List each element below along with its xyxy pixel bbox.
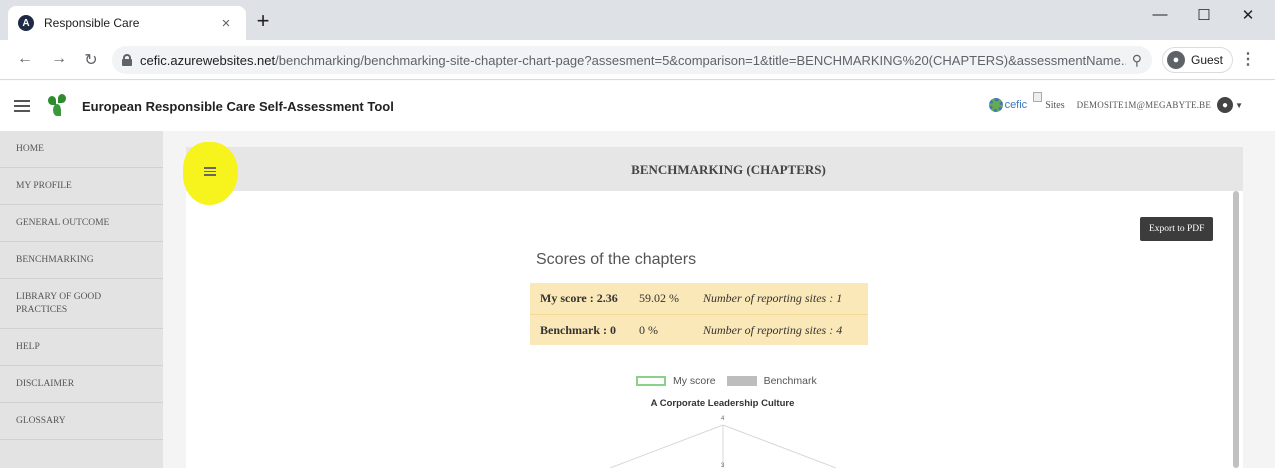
- url-host: cefic.azurewebsites.net: [140, 52, 276, 68]
- browser-tab[interactable]: A Responsible Care ×: [8, 6, 246, 40]
- radar-tick-label: 4: [721, 416, 725, 422]
- sidebar-item-label: HOME: [16, 143, 44, 154]
- responsible-care-logo-icon: [46, 93, 68, 119]
- sidebar-item-label: GENERAL OUTCOME: [16, 217, 110, 228]
- close-window-icon[interactable]: ✕: [1228, 6, 1268, 24]
- sidebar-item-glossary[interactable]: GLOSSARY: [0, 403, 163, 440]
- sidebar-item-label: LIBRARY OF GOOD PRACTICES: [16, 291, 102, 315]
- forward-icon[interactable]: →: [48, 50, 70, 68]
- guest-avatar-icon: ●: [1167, 51, 1185, 69]
- hamburger-menu-icon[interactable]: [14, 100, 30, 112]
- user-email[interactable]: DEMOSITE1M@MEGABYTE.BE: [1077, 100, 1211, 110]
- user-account-icon[interactable]: ●: [1217, 97, 1234, 113]
- cefic-gear-icon: [988, 98, 1003, 112]
- benchmark-card: BENCHMARKING (CHAPTERS) Export to PDF Sc…: [183, 142, 1243, 468]
- profile-label: Guest: [1191, 53, 1224, 67]
- chevron-down-icon[interactable]: ▼: [1235, 101, 1243, 110]
- lock-icon[interactable]: [122, 54, 132, 66]
- url-path: /benchmarking/benchmarking-site-chapter-…: [275, 52, 1126, 68]
- radar-grid-edge: [722, 424, 837, 468]
- new-tab-button[interactable]: +: [250, 9, 276, 35]
- broken-image-icon: [1033, 91, 1043, 102]
- zoom-icon[interactable]: ⚲: [1132, 52, 1142, 69]
- sidebar-item-label: HELP: [16, 341, 40, 352]
- main-content: BENCHMARKING (CHAPTERS) Export to PDF Sc…: [163, 131, 1275, 468]
- sidebar-item-home[interactable]: HOME: [0, 131, 163, 168]
- sites-link[interactable]: Sites: [1033, 91, 1065, 111]
- radar-tick-label: 3: [721, 463, 725, 468]
- sidebar-item-general-outcome[interactable]: GENERAL OUTCOME: [0, 205, 163, 242]
- url-input[interactable]: cefic.azurewebsites.net/benchmarking/ben…: [112, 46, 1152, 74]
- address-bar: ← → ↻ cefic.azurewebsites.net/benchmarki…: [0, 40, 1275, 80]
- sidebar-item-disclaimer[interactable]: DISCLAIMER: [0, 366, 163, 403]
- sidebar-item-label: BENCHMARKING: [16, 254, 94, 265]
- cefic-label: cefic: [1004, 99, 1028, 111]
- radar-chart: 4 3: [609, 416, 837, 468]
- radar-grid-edge: [609, 424, 724, 468]
- sidebar: HOME MY PROFILE GENERAL OUTCOME BENCHMAR…: [0, 131, 163, 468]
- sidebar-item-label: MY PROFILE: [16, 180, 72, 191]
- sidebar-item-label: DISCLAIMER: [16, 378, 75, 389]
- sidebar-item-benchmarking[interactable]: BENCHMARKING: [0, 242, 163, 279]
- url-text: cefic.azurewebsites.net/benchmarking/ben…: [140, 53, 1126, 68]
- app-title: European Responsible Care Self-Assessmen…: [82, 98, 394, 114]
- profile-button[interactable]: ● Guest: [1162, 47, 1234, 73]
- minimize-icon[interactable]: —: [1140, 6, 1180, 23]
- app-header: European Responsible Care Self-Assessmen…: [0, 81, 1275, 131]
- header-right: cefic Sites DEMOSITE1M@MEGABYTE.BE ● ▼: [988, 91, 1243, 113]
- browser-tab-strip: A Responsible Care × + — ☐ ✕: [0, 0, 1275, 40]
- sidebar-item-help[interactable]: HELP: [0, 329, 163, 366]
- tab-title: Responsible Care: [44, 16, 140, 30]
- sites-label: Sites: [1045, 99, 1065, 111]
- tab-close-icon[interactable]: ×: [216, 15, 236, 32]
- menu-kebab-icon[interactable]: ⋮: [1240, 49, 1256, 69]
- cefic-logo: cefic: [988, 98, 1028, 112]
- maximize-icon[interactable]: ☐: [1184, 6, 1224, 24]
- reload-icon[interactable]: ↻: [80, 50, 102, 70]
- back-icon[interactable]: ←: [14, 50, 36, 68]
- angular-favicon-icon: A: [18, 15, 34, 31]
- sidebar-item-my-profile[interactable]: MY PROFILE: [0, 168, 163, 205]
- sidebar-item-library[interactable]: LIBRARY OF GOOD PRACTICES: [0, 279, 163, 329]
- sidebar-item-label: GLOSSARY: [16, 415, 66, 426]
